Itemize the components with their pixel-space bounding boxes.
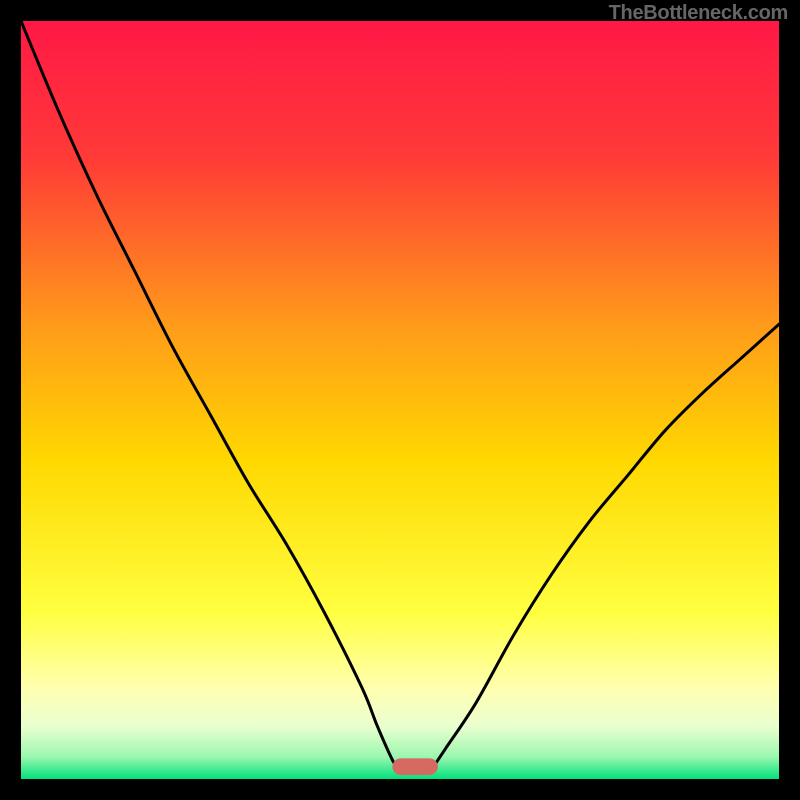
chart-svg bbox=[21, 21, 779, 779]
chart-container: TheBottleneck.com bbox=[0, 0, 800, 800]
plot-area bbox=[21, 21, 779, 779]
gradient-background bbox=[21, 21, 779, 779]
optimal-marker bbox=[392, 758, 437, 775]
